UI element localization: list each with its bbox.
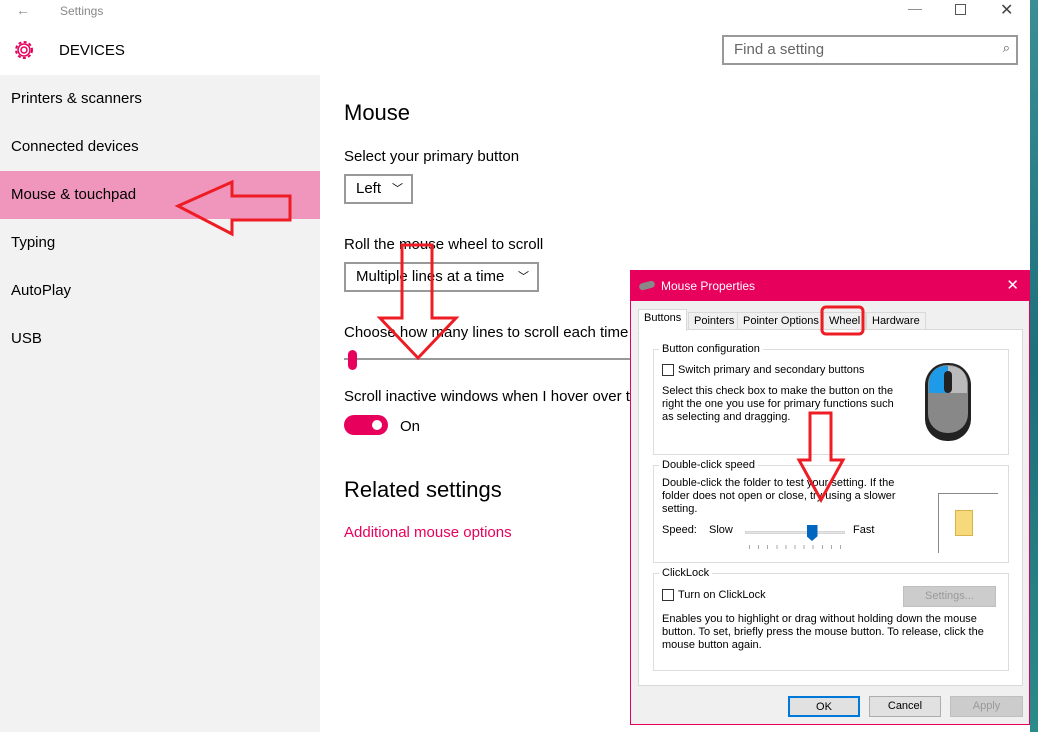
- section-title: Mouse: [344, 100, 411, 125]
- wheel-scroll-dropdown[interactable]: Multiple lines at a time ﹀: [344, 262, 539, 292]
- dialog-title: Mouse Properties: [661, 279, 756, 293]
- minimize-icon[interactable]: —: [908, 0, 922, 16]
- search-placeholder: Find a setting: [734, 41, 825, 58]
- dialog-title-bar: Mouse Properties ✕: [631, 271, 1029, 301]
- dropdown-value: Multiple lines at a time: [356, 268, 505, 285]
- double-click-speed-slider[interactable]: [745, 531, 845, 534]
- mouse-icon: [638, 280, 656, 291]
- fast-label: Fast: [853, 524, 875, 536]
- close-icon[interactable]: ✕: [1000, 0, 1013, 20]
- additional-mouse-options-link[interactable]: Additional mouse options: [344, 524, 512, 541]
- inactive-scroll-toggle[interactable]: [344, 415, 388, 435]
- primary-button-dropdown[interactable]: Left ﹀: [344, 174, 413, 204]
- primary-button-label: Select your primary button: [344, 148, 520, 165]
- sidebar: Printers & scanners Connected devices Mo…: [0, 75, 320, 732]
- group-legend: Double-click speed: [659, 459, 758, 472]
- title-bar: ← Settings — ✕: [0, 0, 1030, 22]
- sidebar-item-connected-devices[interactable]: Connected devices: [0, 123, 320, 171]
- sidebar-item-autoplay[interactable]: AutoPlay: [0, 267, 320, 315]
- close-icon[interactable]: ✕: [1006, 271, 1019, 301]
- gear-icon: [15, 41, 33, 59]
- sidebar-item-usb[interactable]: USB: [0, 315, 320, 363]
- tab-pointers[interactable]: Pointers: [688, 312, 741, 330]
- inactive-scroll-label: Scroll inactive windows when I hover ove…: [344, 388, 660, 405]
- checkbox-label: Turn on ClickLock: [678, 589, 766, 601]
- ok-button[interactable]: OK: [788, 696, 860, 717]
- tab-hardware[interactable]: Hardware: [866, 312, 926, 330]
- sidebar-item-typing[interactable]: Typing: [0, 219, 320, 267]
- lines-slider-thumb[interactable]: [348, 350, 357, 370]
- slider-ticks: [749, 545, 841, 549]
- sidebar-item-printers[interactable]: Printers & scanners: [0, 75, 320, 123]
- checkbox-label: Switch primary and secondary buttons: [678, 364, 865, 376]
- group-legend: ClickLock: [659, 567, 713, 580]
- test-folder-area[interactable]: [938, 493, 998, 553]
- folder-icon[interactable]: [955, 510, 973, 536]
- slow-label: Slow: [709, 524, 733, 536]
- clicklock-checkbox[interactable]: [662, 589, 674, 601]
- clicklock-settings-button[interactable]: Settings...: [903, 586, 996, 607]
- description: Select this check box to make the button…: [662, 385, 894, 423]
- group-legend: Button configuration: [659, 343, 763, 356]
- dropdown-value: Left: [356, 180, 382, 197]
- tab-wheel[interactable]: Wheel: [823, 312, 867, 330]
- sidebar-item-mouse-touchpad[interactable]: Mouse & touchpad: [0, 171, 320, 219]
- toggle-state: On: [400, 418, 421, 435]
- search-icon[interactable]: ⌕: [1003, 40, 1010, 56]
- chevron-down-icon: ﹀: [518, 271, 529, 283]
- desktop-background: [1030, 0, 1038, 732]
- tab-buttons[interactable]: Buttons: [638, 309, 688, 331]
- related-settings-title: Related settings: [344, 477, 502, 502]
- mouse-properties-dialog: Mouse Properties ✕ Buttons Pointers Poin…: [630, 270, 1030, 725]
- header: DEVICES Find a setting ⌕: [0, 22, 1030, 75]
- window-title: Settings: [60, 4, 104, 18]
- maximize-icon[interactable]: [955, 4, 966, 15]
- lines-label: Choose how many lines to scroll each tim…: [344, 324, 629, 341]
- apply-button[interactable]: Apply: [950, 696, 1023, 717]
- tab-pointer-options[interactable]: Pointer Options: [737, 312, 825, 330]
- description: Double-click the folder to test your set…: [662, 477, 896, 515]
- back-arrow-icon[interactable]: ←: [16, 2, 30, 18]
- speed-label: Speed:: [662, 524, 697, 536]
- wheel-label: Roll the mouse wheel to scroll: [344, 236, 544, 253]
- chevron-down-icon: ﹀: [392, 183, 403, 195]
- switch-buttons-checkbox[interactable]: [662, 364, 674, 376]
- cancel-button[interactable]: Cancel: [869, 696, 941, 717]
- lines-slider-track[interactable]: [344, 358, 630, 360]
- search-input[interactable]: Find a setting ⌕: [722, 35, 1018, 65]
- page-header: DEVICES: [59, 42, 125, 59]
- mouse-image: [925, 363, 971, 441]
- description: Enables you to highlight or drag without…: [662, 613, 984, 651]
